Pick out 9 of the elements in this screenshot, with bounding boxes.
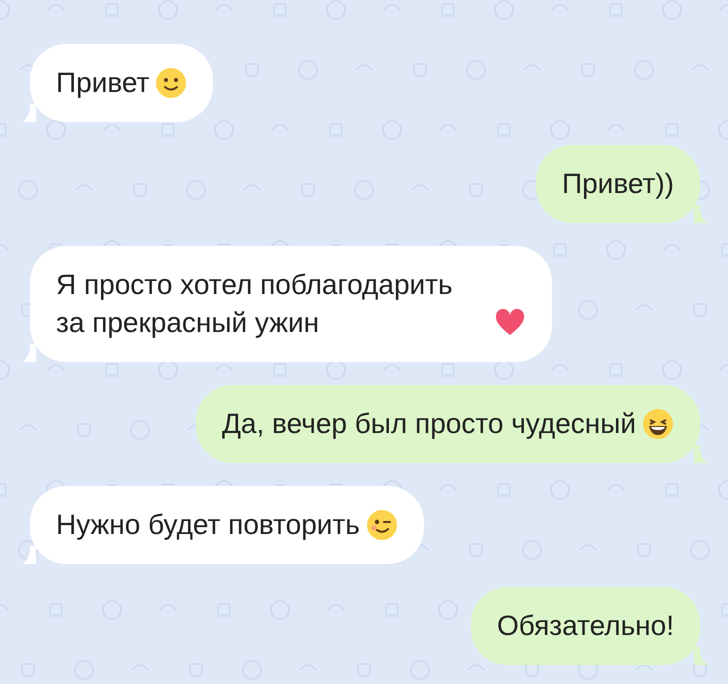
message-text: Привет)): [562, 167, 674, 201]
message-text: Да, вечер был просто чудесный: [222, 407, 636, 441]
message-text: Обязательно!: [496, 609, 674, 643]
smiling-face-icon: [155, 67, 188, 99]
winking-face-icon: [366, 509, 398, 541]
grinning-face-icon: [642, 408, 674, 440]
message-text: Привет: [56, 66, 150, 100]
message-text: Нужно будет повторить: [56, 508, 360, 542]
message-text: Я просто хотел поблагодарить за прекрасный ужин: [56, 268, 454, 340]
